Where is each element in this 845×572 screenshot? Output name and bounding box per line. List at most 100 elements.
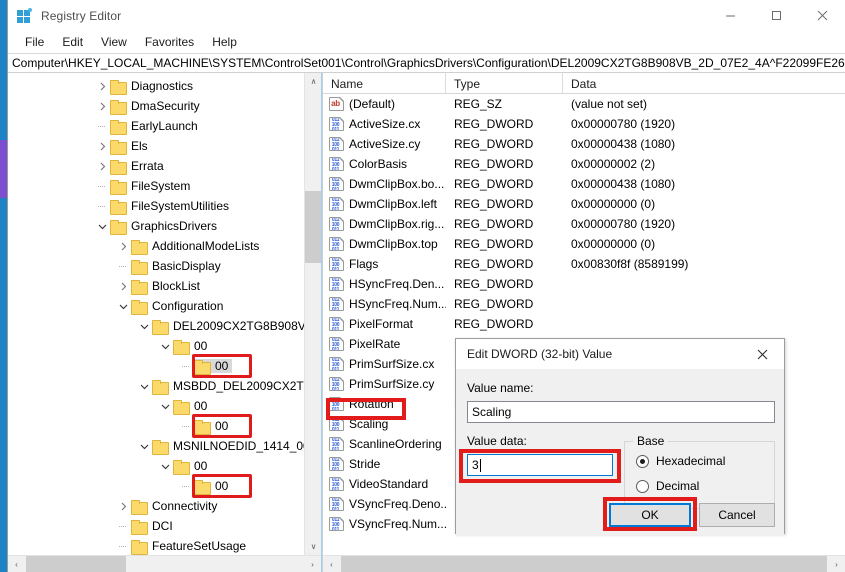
chevron-down-icon[interactable] — [115, 296, 131, 316]
chevron-down-icon[interactable] — [136, 376, 152, 396]
ok-button[interactable]: OK — [609, 503, 691, 527]
column-header-type[interactable]: Type — [446, 73, 563, 94]
tree-item-content[interactable]: 00 — [194, 359, 233, 375]
chevron-right-icon[interactable] — [94, 96, 110, 116]
tree-item-dci[interactable]: DCI — [8, 516, 321, 536]
chevron-down-icon[interactable] — [157, 396, 173, 416]
chevron-right-icon[interactable] — [115, 236, 131, 256]
close-button[interactable] — [799, 0, 845, 31]
values-row[interactable]: 011100011 DwmClipBox.top REG_DWORD 0x000000… — [323, 234, 845, 254]
tree-item-content[interactable]: 00 — [173, 339, 211, 355]
column-header-data[interactable]: Data — [563, 73, 845, 94]
column-header-name[interactable]: Name — [323, 73, 446, 94]
value-name-input[interactable]: Scaling — [467, 401, 775, 423]
values-row[interactable]: 011100011 HSyncFreq.Num... REG_DWORD — [323, 294, 845, 314]
chevron-down-icon[interactable] — [157, 456, 173, 476]
tree-hscroll-right-arrow[interactable]: › — [304, 556, 321, 572]
tree-item-dmasecurity[interactable]: DmaSecurity — [8, 96, 321, 116]
tree-item-00[interactable]: 00 — [8, 416, 321, 436]
tree-item-blocklist[interactable]: BlockList — [8, 276, 321, 296]
radio-hexadecimal[interactable]: Hexadecimal — [636, 454, 725, 468]
values-row[interactable]: 011100011 ActiveSize.cy REG_DWORD 0x0000043… — [323, 134, 845, 154]
tree-item-00[interactable]: 00 — [8, 456, 321, 476]
tree-item-content[interactable]: MSBDD_DEL2009CX2TG8B9 — [152, 379, 321, 395]
tree-item-diagnostics[interactable]: Diagnostics — [8, 76, 321, 96]
tree-hscroll-left-arrow[interactable]: ‹ — [8, 556, 25, 572]
tree-item-content[interactable]: 00 — [194, 419, 232, 435]
tree-item-additionalmodelists[interactable]: AdditionalModeLists — [8, 236, 321, 256]
tree-item-content[interactable]: FileSystem — [110, 179, 194, 195]
tree-item-content[interactable]: 00 — [173, 459, 211, 475]
menu-item-file[interactable]: File — [16, 33, 53, 51]
tree-item-msbdd-del2009cx2tg8b9[interactable]: MSBDD_DEL2009CX2TG8B9 — [8, 376, 321, 396]
tree-item-content[interactable]: Errata — [110, 159, 168, 175]
menu-item-help[interactable]: Help — [203, 33, 246, 51]
chevron-right-icon[interactable] — [94, 136, 110, 156]
tree-item-content[interactable]: 00 — [173, 399, 211, 415]
values-row[interactable]: 011100011 DwmClipBox.bo... REG_DWORD 0x0000… — [323, 174, 845, 194]
chevron-right-icon[interactable] — [94, 156, 110, 176]
chevron-down-icon[interactable] — [136, 436, 152, 456]
dialog-close-icon[interactable] — [740, 339, 784, 369]
tree-scroll-thumb[interactable] — [305, 191, 321, 263]
values-row[interactable]: 011100011 Flags REG_DWORD 0x00830f8f (85891… — [323, 254, 845, 274]
tree-horizontal-scrollbar[interactable]: ‹ › — [8, 555, 321, 572]
tree-item-filesystemutilities[interactable]: FileSystemUtilities — [8, 196, 321, 216]
tree-item-content[interactable]: DmaSecurity — [110, 99, 204, 115]
tree-item-configuration[interactable]: Configuration — [8, 296, 321, 316]
chevron-right-icon[interactable] — [115, 276, 131, 296]
radio-decimal[interactable]: Decimal — [636, 479, 699, 493]
tree-item-content[interactable]: Els — [110, 139, 152, 155]
tree-item-graphicsdrivers[interactable]: GraphicsDrivers — [8, 216, 321, 236]
values-row[interactable]: 011100011 HSyncFreq.Den... REG_DWORD — [323, 274, 845, 294]
values-row[interactable]: 011100011 PixelFormat REG_DWORD — [323, 314, 845, 334]
tree-item-content[interactable]: DEL2009CX2TG8B908VB_2D — [152, 319, 321, 335]
tree-item-filesystem[interactable]: FileSystem — [8, 176, 321, 196]
tree-item-featuresetusage[interactable]: FeatureSetUsage — [8, 536, 321, 555]
chevron-right-icon[interactable] — [94, 76, 110, 96]
tree-item-content[interactable]: GraphicsDrivers — [110, 219, 221, 235]
tree-item-errata[interactable]: Errata — [8, 156, 321, 176]
tree-item-content[interactable]: Configuration — [131, 299, 227, 315]
tree-item-connectivity[interactable]: Connectivity — [8, 496, 321, 516]
tree-item-content[interactable]: FileSystemUtilities — [110, 199, 233, 215]
menu-item-edit[interactable]: Edit — [53, 33, 92, 51]
values-row[interactable]: 011100011 DwmClipBox.rig... REG_DWORD 0x000… — [323, 214, 845, 234]
values-horizontal-scrollbar[interactable]: ‹ › — [323, 555, 845, 572]
tree-item-00[interactable]: 00 — [8, 396, 321, 416]
value-data-input[interactable]: 3 — [467, 454, 613, 476]
maximize-button[interactable] — [753, 0, 799, 31]
tree-item-del2009cx2tg8b908vb-2d[interactable]: DEL2009CX2TG8B908VB_2D — [8, 316, 321, 336]
tree-scroll-down-arrow[interactable]: ∨ — [305, 538, 321, 555]
tree-item-basicdisplay[interactable]: BasicDisplay — [8, 256, 321, 276]
address-bar[interactable]: Computer\HKEY_LOCAL_MACHINE\SYSTEM\Contr… — [8, 53, 845, 73]
tree-item-content[interactable]: Diagnostics — [110, 79, 197, 95]
tree-item-msnilnoedid-1414-008d[interactable]: MSNILNOEDID_1414_008D_ — [8, 436, 321, 456]
chevron-down-icon[interactable] — [136, 316, 152, 336]
tree-item-content[interactable]: BasicDisplay — [131, 259, 225, 275]
chevron-down-icon[interactable] — [157, 336, 173, 356]
tree-item-00[interactable]: 00 — [8, 476, 321, 496]
cancel-button[interactable]: Cancel — [699, 503, 775, 527]
tree-item-content[interactable]: Connectivity — [131, 499, 221, 515]
tree-item-content[interactable]: EarlyLaunch — [110, 119, 202, 135]
tree-item-content[interactable]: 00 — [194, 479, 232, 495]
tree-item-content[interactable]: MSNILNOEDID_1414_008D_ — [152, 439, 321, 455]
tree-item-els[interactable]: Els — [8, 136, 321, 156]
tree-item-earlylaunch[interactable]: EarlyLaunch — [8, 116, 321, 136]
tree-item-content[interactable]: FeatureSetUsage — [131, 539, 250, 555]
tree-item-content[interactable]: BlockList — [131, 279, 204, 295]
tree-vertical-scrollbar[interactable]: ∧ ∨ — [304, 73, 321, 555]
menu-item-view[interactable]: View — [92, 33, 136, 51]
tree-item-00[interactable]: 00 — [8, 356, 321, 376]
menu-item-favorites[interactable]: Favorites — [136, 33, 203, 51]
values-row[interactable]: 011100011 ColorBasis REG_DWORD 0x00000002 (… — [323, 154, 845, 174]
values-row[interactable]: 011100011 DwmClipBox.left REG_DWORD 0x00000… — [323, 194, 845, 214]
tree-scroll-up-arrow[interactable]: ∧ — [305, 73, 321, 90]
tree-item-00[interactable]: 00 — [8, 336, 321, 356]
values-row[interactable]: 011100011 ActiveSize.cx REG_DWORD 0x0000078… — [323, 114, 845, 134]
values-hscroll-left-arrow[interactable]: ‹ — [323, 556, 340, 572]
tree-item-content[interactable]: DCI — [131, 519, 177, 535]
tree-hscroll-thumb[interactable] — [26, 556, 126, 572]
values-hscroll-right-arrow[interactable]: › — [828, 556, 845, 572]
